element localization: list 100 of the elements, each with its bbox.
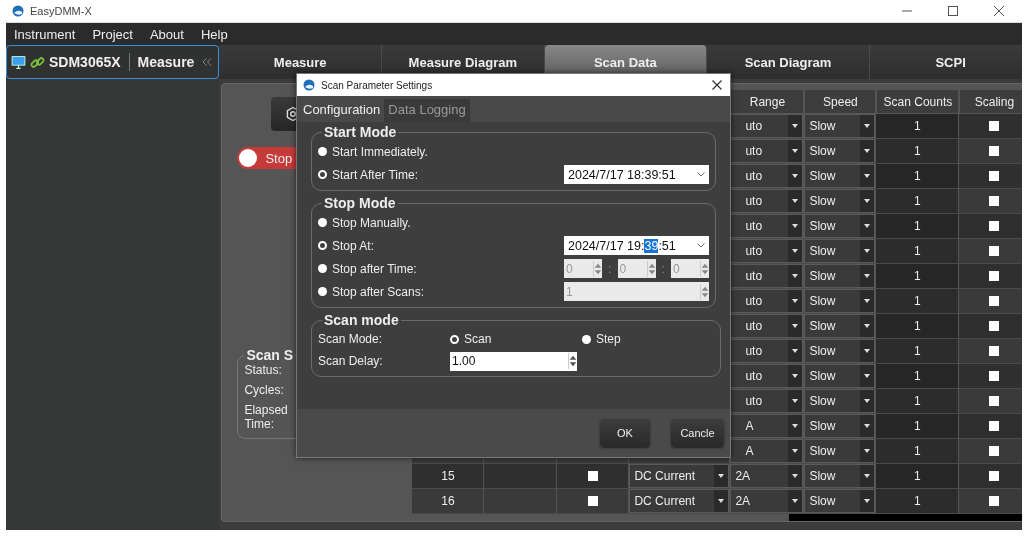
table-cell: 1 bbox=[914, 394, 921, 408]
range-dropdown[interactable]: uto bbox=[730, 189, 804, 213]
range-dropdown[interactable]: 2A bbox=[730, 464, 804, 488]
speed-dropdown[interactable]: Slow bbox=[804, 239, 876, 263]
menu-item[interactable]: Instrument bbox=[14, 26, 76, 42]
menu-item[interactable]: Project bbox=[92, 26, 133, 42]
row-number: 16 bbox=[441, 494, 455, 508]
range-dropdown[interactable]: A bbox=[730, 414, 804, 438]
checkbox[interactable] bbox=[988, 421, 999, 431]
instrument-header[interactable]: SDM3065X Measure bbox=[6, 45, 220, 79]
radio-option[interactable]: Stop At: bbox=[318, 238, 375, 253]
range-dropdown[interactable]: uto bbox=[730, 139, 804, 163]
checkbox[interactable] bbox=[988, 246, 999, 256]
range-dropdown[interactable]: uto bbox=[730, 339, 804, 363]
speed-dropdown[interactable]: Slow bbox=[804, 339, 876, 363]
checkbox[interactable] bbox=[988, 446, 999, 456]
menu-item[interactable]: Help bbox=[200, 26, 228, 42]
radio-option[interactable]: Start After Time: bbox=[318, 167, 419, 182]
close-icon[interactable] bbox=[712, 80, 722, 90]
speed-dropdown[interactable]: Slow bbox=[804, 214, 876, 238]
spin-arrows-icon bbox=[700, 260, 709, 277]
speed-dropdown[interactable]: Slow bbox=[804, 439, 876, 463]
range-dropdown[interactable]: uto bbox=[730, 314, 804, 338]
range-dropdown[interactable]: uto bbox=[730, 239, 804, 263]
speed-dropdown[interactable]: Slow bbox=[804, 364, 876, 388]
caret-icon bbox=[864, 374, 871, 378]
checkbox[interactable] bbox=[587, 471, 598, 481]
spin-arrows-icon bbox=[646, 260, 656, 277]
table-cell: 1 bbox=[914, 444, 921, 458]
radio-option[interactable]: Scan bbox=[450, 332, 582, 346]
range-dropdown[interactable]: uto bbox=[730, 214, 804, 238]
scrollbar[interactable] bbox=[412, 514, 1022, 521]
table-cell: 1 bbox=[914, 469, 921, 483]
checkbox[interactable] bbox=[988, 396, 999, 406]
function-dropdown[interactable]: DC Current bbox=[629, 489, 730, 513]
datetime-field[interactable]: 2024/7/17 19:39:51 bbox=[564, 236, 709, 255]
caret-icon bbox=[792, 299, 799, 303]
tab[interactable]: SCPI bbox=[869, 45, 1022, 79]
column-header: Scan Counts bbox=[876, 89, 960, 114]
radio-option[interactable]: Step bbox=[582, 332, 714, 346]
range-dropdown[interactable]: uto bbox=[730, 364, 804, 388]
app-logo-icon bbox=[303, 79, 315, 91]
speed-dropdown[interactable]: Slow bbox=[804, 114, 876, 138]
app-logo-icon bbox=[12, 5, 24, 17]
caret-icon bbox=[792, 249, 799, 253]
speed-dropdown[interactable]: Slow bbox=[804, 389, 876, 413]
radio-option[interactable]: Start Immediately. bbox=[318, 144, 428, 159]
tab[interactable]: Measure bbox=[219, 45, 382, 79]
checkbox[interactable] bbox=[988, 221, 999, 231]
checkbox[interactable] bbox=[988, 296, 999, 306]
table-cell: 1 bbox=[914, 144, 921, 158]
cancel-button[interactable]: Cancle bbox=[671, 419, 724, 447]
checkbox[interactable] bbox=[988, 271, 999, 281]
speed-dropdown[interactable]: Slow bbox=[804, 264, 876, 288]
checkbox[interactable] bbox=[988, 121, 999, 131]
speed-dropdown[interactable]: Slow bbox=[804, 414, 876, 438]
speed-dropdown[interactable]: Slow bbox=[804, 489, 876, 513]
range-dropdown[interactable]: uto bbox=[730, 389, 804, 413]
close-icon[interactable] bbox=[994, 6, 1004, 16]
collapse-icon[interactable] bbox=[202, 58, 213, 66]
menu-item[interactable]: About bbox=[149, 26, 184, 42]
speed-dropdown[interactable]: Slow bbox=[804, 189, 876, 213]
checkbox[interactable] bbox=[988, 171, 999, 181]
speed-dropdown[interactable]: Slow bbox=[804, 289, 876, 313]
table-cell: 1 bbox=[914, 269, 921, 283]
range-dropdown[interactable]: uto bbox=[730, 264, 804, 288]
speed-dropdown[interactable]: Slow bbox=[804, 464, 876, 488]
checkbox[interactable] bbox=[988, 371, 999, 381]
table-cell: 1 bbox=[914, 219, 921, 233]
maximize-icon[interactable] bbox=[948, 6, 958, 16]
range-dropdown[interactable]: 2A bbox=[730, 489, 804, 513]
ok-button[interactable]: OK bbox=[600, 419, 650, 447]
checkbox[interactable] bbox=[988, 146, 999, 156]
caret-icon bbox=[792, 449, 799, 453]
caret-icon bbox=[792, 124, 799, 128]
range-dropdown[interactable]: A bbox=[730, 439, 804, 463]
speed-dropdown[interactable]: Slow bbox=[804, 314, 876, 338]
radio-option[interactable]: Stop Manually. bbox=[318, 215, 411, 230]
checkbox[interactable] bbox=[988, 496, 999, 506]
spin-field[interactable]: 1.00 bbox=[450, 351, 577, 371]
window-title: EasyDMM-X bbox=[30, 5, 92, 17]
caret-icon bbox=[864, 274, 871, 278]
speed-dropdown[interactable]: Slow bbox=[804, 139, 876, 163]
range-dropdown[interactable]: uto bbox=[730, 164, 804, 188]
status-label: Status: bbox=[244, 363, 283, 377]
range-dropdown[interactable]: uto bbox=[730, 114, 804, 138]
function-dropdown[interactable]: DC Current bbox=[629, 464, 730, 488]
speed-dropdown[interactable]: Slow bbox=[804, 164, 876, 188]
checkbox[interactable] bbox=[988, 321, 999, 331]
caret-icon bbox=[864, 424, 871, 428]
datetime-field[interactable]: 2024/7/17 18:39:51 bbox=[564, 165, 709, 184]
checkbox[interactable] bbox=[988, 346, 999, 356]
tab[interactable]: Data Logging bbox=[384, 99, 470, 122]
range-dropdown[interactable]: uto bbox=[730, 289, 804, 313]
checkbox[interactable] bbox=[988, 471, 999, 481]
checkbox[interactable] bbox=[587, 496, 598, 506]
caret-icon bbox=[864, 499, 871, 503]
caret-icon bbox=[718, 474, 725, 478]
checkbox[interactable] bbox=[988, 196, 999, 206]
tab[interactable]: Scan Diagram bbox=[707, 45, 870, 79]
